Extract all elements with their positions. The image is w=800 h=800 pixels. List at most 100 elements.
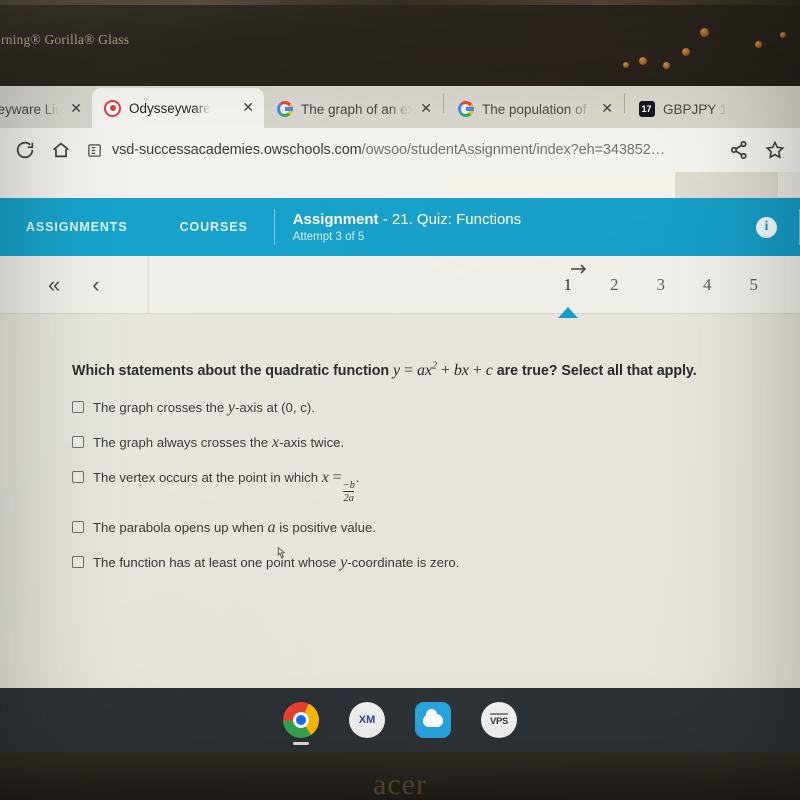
checkbox[interactable] [72, 401, 84, 414]
page-number-5[interactable]: 5 [750, 275, 759, 295]
assignment-name: - 21. Quiz: Functions [382, 211, 522, 228]
assignment-page: ASSIGNMENTS COURSES Assignment - 21. Qui… [0, 198, 800, 688]
tab-population-of-a[interactable]: The population of a ✕ [445, 90, 623, 128]
question-pager: « ‹ 1 2 3 4 5 [0, 256, 800, 318]
xm-icon: XM [349, 702, 385, 738]
tab-close-icon[interactable]: ✕ [70, 101, 82, 117]
chrome-browser-window: sseyware Link ✕ Odysseyware ✕ The graph … [0, 86, 800, 688]
answer-option[interactable]: The parabola opens up when a is positive… [72, 518, 778, 539]
vps-label: VPS [489, 713, 508, 727]
nav-courses[interactable]: COURSES [154, 198, 274, 256]
reload-icon[interactable] [14, 139, 36, 161]
tab-graph-of-an-exp[interactable]: The graph of an exp ✕ [264, 90, 442, 128]
active-indicator [293, 742, 309, 745]
tradingview-icon: 17 [638, 101, 655, 118]
checkbox[interactable] [72, 521, 84, 534]
vps-icon: VPS [481, 702, 517, 738]
gorilla-glass-branding: orning® Gorilla® Glass [0, 32, 130, 47]
previous-page-button[interactable]: ‹ [92, 273, 99, 296]
question-area: Which statements about the quadratic fun… [0, 314, 800, 574]
star-icon[interactable] [764, 139, 786, 161]
bezel-speck [639, 57, 647, 65]
bezel-speck [755, 41, 762, 48]
tab-gbpjpy[interactable]: 17 GBPJPY 1 [626, 90, 736, 128]
page-info-icon[interactable] [86, 142, 103, 159]
laptop-top-bezel: orning® Gorilla® Glass [0, 0, 800, 86]
tab-odysseyware[interactable]: Odysseyware ✕ [92, 88, 264, 128]
tab-separator [443, 93, 444, 113]
answer-option[interactable]: The function has at least one point whos… [72, 553, 778, 574]
shelf-item-chrome[interactable] [283, 702, 319, 745]
info-icon: i [756, 216, 777, 238]
answer-options: The graph crosses the y-axis at (0, c). … [72, 398, 778, 574]
option-math-var: y [227, 399, 235, 417]
answer-option[interactable]: The graph crosses the y-axis at (0, c). [72, 398, 778, 419]
tab-close-icon[interactable]: ✕ [242, 100, 254, 116]
assignment-label: Assignment [292, 211, 379, 228]
tab-odysseyware-link[interactable]: sseyware Link ✕ [0, 90, 92, 128]
shelf-item-xm[interactable]: XM [349, 702, 385, 738]
odysseyware-icon [104, 99, 121, 117]
bezel-speck [780, 32, 786, 38]
bookmarks-panel [676, 172, 778, 198]
cloud-icon [415, 702, 451, 738]
attempt-text: Attempt 3 of 5 [292, 231, 365, 243]
bezel-speck [623, 62, 629, 68]
mouse-cursor [277, 546, 286, 559]
tab-strip: sseyware Link ✕ Odysseyware ✕ The graph … [0, 86, 800, 128]
nav-assignments[interactable]: ASSIGNMENTS [0, 198, 154, 256]
app-header: ASSIGNMENTS COURSES Assignment - 21. Qui… [0, 198, 800, 256]
question-text: Which statements about the quadratic fun… [72, 360, 697, 379]
page-number-list: 1 2 3 4 5 [557, 275, 800, 318]
page-number-4[interactable]: 4 [703, 275, 712, 295]
page-number-1[interactable]: 1 [557, 275, 578, 318]
info-button[interactable]: i [734, 198, 799, 256]
address-bar[interactable]: vsd-successacademies.owschools.com/owsoo… [86, 142, 714, 159]
home-icon[interactable] [50, 139, 72, 161]
option-label: The graph always crosses the x-axis twic… [93, 433, 345, 451]
bookmarks-bar [0, 172, 800, 198]
nav-label: ASSIGNMENTS [26, 220, 128, 234]
pager-nav-group: « ‹ [0, 256, 149, 313]
assignment-title-row: Assignment - 21. Quiz: Functions [293, 211, 716, 228]
question-prefix: Which statements about the quadratic fun… [72, 363, 390, 379]
tab-label: Odysseyware [129, 100, 211, 116]
tab-close-icon[interactable]: ✕ [601, 101, 613, 117]
laptop-photo: orning® Gorilla® Glass sseyware Link ✕ O… [0, 0, 800, 800]
answer-option[interactable]: The vertex occurs at the point in which … [72, 468, 778, 505]
option-label: The parabola opens up when a is positive… [93, 519, 376, 537]
assignment-info: Assignment - 21. Quiz: Functions Attempt… [275, 198, 734, 256]
chrome-icon [283, 702, 319, 738]
chromeos-shelf: XM VPS [0, 688, 800, 752]
option-math-var: a [267, 519, 276, 537]
question-suffix: are true? Select all that apply. [496, 363, 697, 379]
shelf-item-cloud[interactable] [415, 702, 451, 738]
active-page-caret [557, 306, 578, 318]
tab-label: The graph of an exp [301, 101, 413, 117]
option-label: The graph crosses the y-axis at (0, c). [93, 399, 315, 417]
page-number-3[interactable]: 3 [657, 275, 666, 295]
shelf-item-vps[interactable]: VPS [481, 702, 517, 738]
tab-label: The population of a [482, 101, 594, 117]
page-number-2[interactable]: 2 [610, 275, 619, 295]
answer-option[interactable]: The graph always crosses the x-axis twic… [72, 433, 778, 454]
tab-close-icon[interactable]: ✕ [420, 101, 432, 117]
browser-toolbar: vsd-successacademies.owschools.com/owsoo… [0, 128, 800, 172]
xm-label: XM [358, 714, 376, 726]
share-icon[interactable] [728, 139, 750, 161]
google-icon [276, 101, 293, 118]
fraction: −b 2a [342, 479, 355, 504]
tab-separator [624, 93, 625, 113]
bezel-speck [682, 48, 690, 56]
bezel-speck [663, 62, 670, 69]
checkbox[interactable] [72, 470, 84, 483]
checkbox[interactable] [72, 556, 84, 569]
option-math-var: x [321, 468, 329, 486]
checkbox[interactable] [72, 435, 84, 448]
first-page-button[interactable]: « [48, 273, 60, 296]
tab-label: GBPJPY 1 [663, 101, 726, 117]
arrow-right-icon [571, 264, 587, 274]
google-icon [457, 101, 474, 118]
nav-label: COURSES [179, 220, 248, 234]
option-label: The vertex occurs at the point in which … [93, 468, 360, 504]
